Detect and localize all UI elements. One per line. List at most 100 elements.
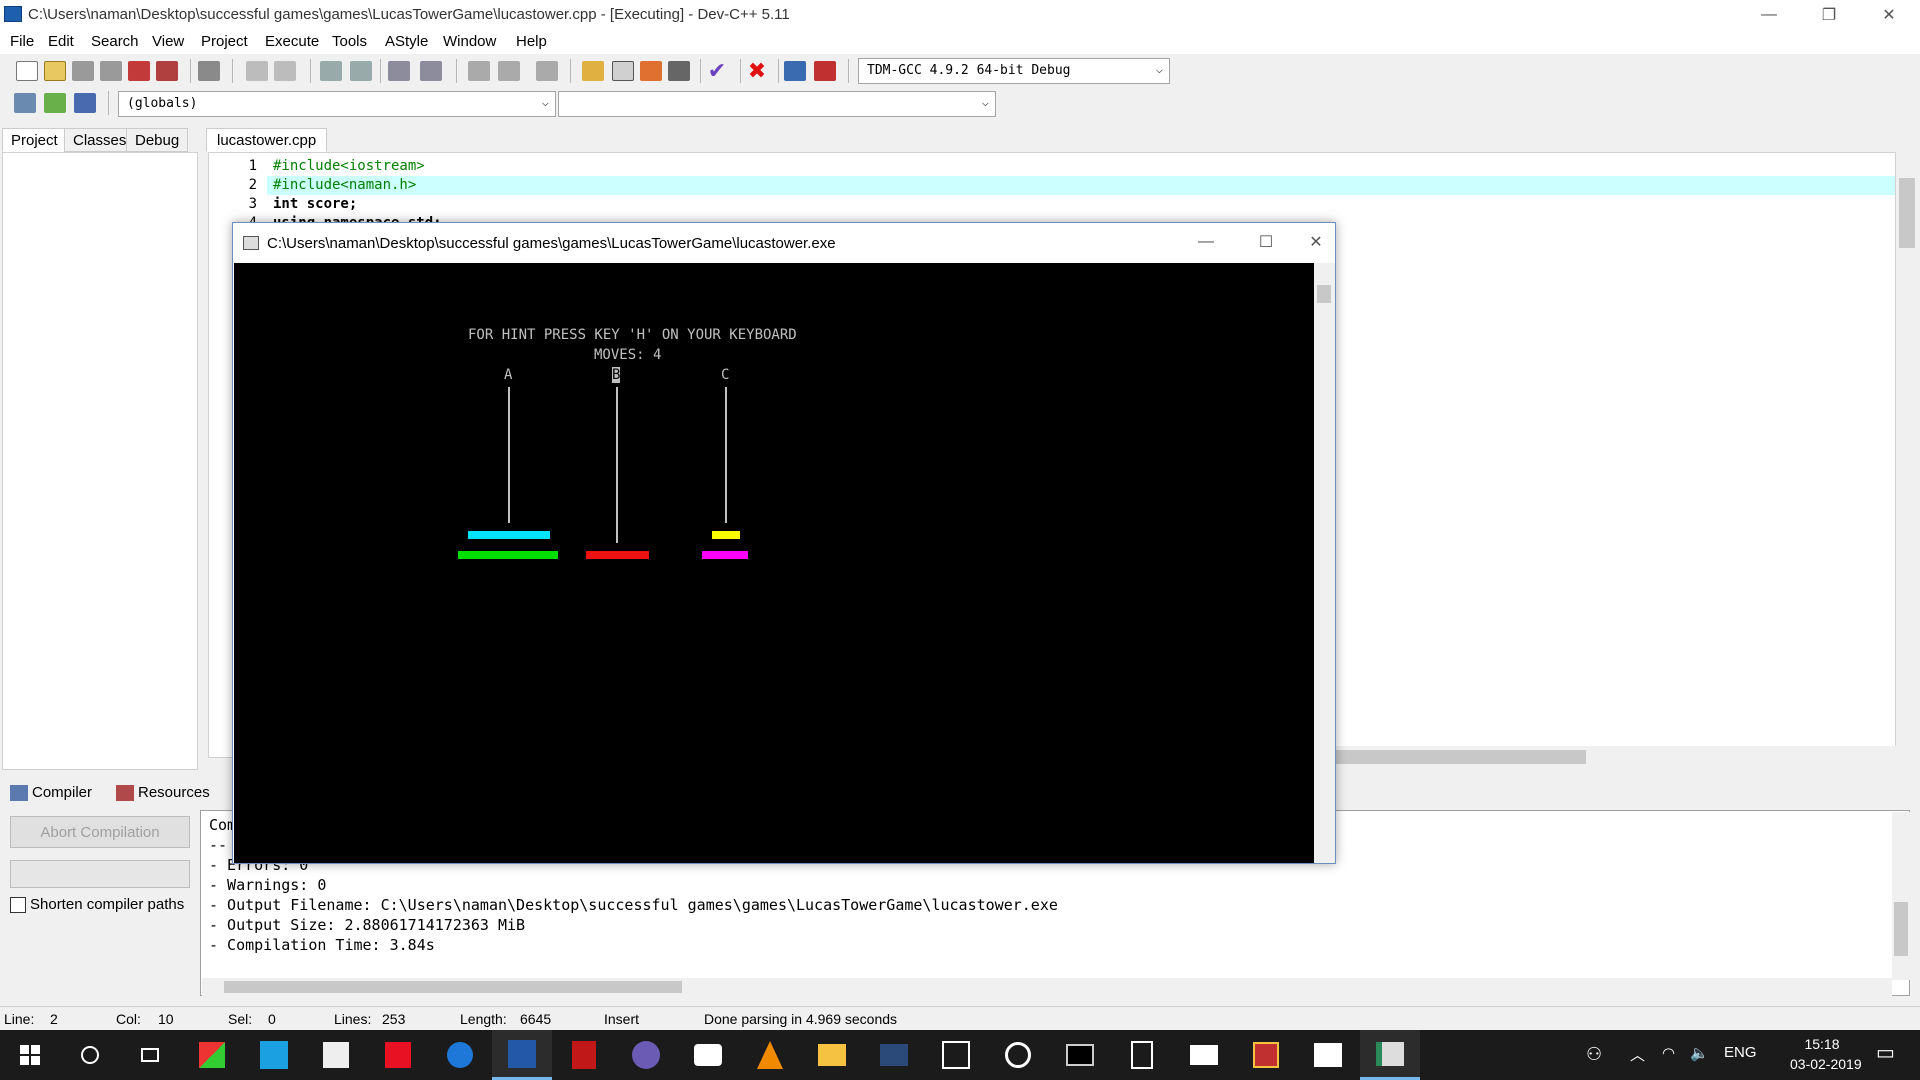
taskbar-app-projects[interactable] [1236,1030,1296,1080]
scroll-thumb[interactable] [1330,750,1586,764]
output-horizontal-scrollbar[interactable] [202,978,1892,996]
menu-view[interactable]: View [152,33,184,50]
clock[interactable]: 15:18 03-02-2019 [1790,1036,1862,1072]
scroll-thumb[interactable] [1894,902,1908,956]
output-line: - Output Size: 2.88061714172363 MiB [209,916,526,934]
run-icon[interactable] [612,61,634,81]
syntax-check-icon[interactable]: ✔ [706,60,728,82]
taskbar-app-edge[interactable] [430,1030,490,1080]
taskbar-app-calculator[interactable] [1112,1030,1172,1080]
close-all-icon[interactable] [156,61,178,81]
devcpp-app-icon[interactable] [4,6,22,22]
compiler-select[interactable]: TDM-GCC 4.9.2 64-bit Debug ⌵ [858,58,1170,84]
taskbar-app-explorer[interactable] [802,1030,862,1080]
unindent-icon[interactable] [420,61,442,81]
task-view-button[interactable] [120,1030,180,1080]
restore-button[interactable]: ❐ [1806,0,1852,30]
menu-astyle[interactable]: AStyle [385,33,428,50]
output-vertical-scrollbar[interactable] [1892,812,1910,980]
scroll-thumb[interactable] [1899,178,1915,248]
shorten-paths-checkbox[interactable] [10,897,26,913]
taskbar-app-cmd[interactable] [1050,1030,1110,1080]
scroll-thumb[interactable] [1317,285,1331,303]
search-button[interactable] [60,1030,120,1080]
tab-compiler[interactable]: Compiler [4,780,96,806]
close-file-icon[interactable] [128,61,150,81]
taskbar-app-groove[interactable] [988,1030,1048,1080]
replace-icon[interactable] [350,61,372,81]
console-output[interactable]: FOR HINT PRESS KEY 'H' ON YOUR KEYBOARD … [234,263,1314,863]
current-line-highlight [267,176,1895,195]
project-panel[interactable] [2,152,198,770]
people-icon[interactable]: ⚇ [1586,1044,1602,1065]
volume-icon[interactable]: 🔈 [1690,1044,1709,1062]
undo-icon[interactable] [246,61,268,81]
insert-icon[interactable] [14,93,36,113]
menu-execute[interactable]: Execute [265,33,319,50]
scroll-thumb[interactable] [224,981,682,993]
menu-tools[interactable]: Tools [332,33,367,50]
tab-classes[interactable]: Classes [64,128,136,152]
menu-help[interactable]: Help [516,33,547,50]
print-icon[interactable] [198,61,220,81]
start-button[interactable] [0,1030,60,1080]
stop-execution-icon[interactable]: ✖ [746,60,768,82]
scope-select[interactable]: (globals) ⌵ [118,91,556,117]
language-indicator[interactable]: ENG [1724,1044,1757,1061]
taskbar-app-vlc[interactable] [740,1030,800,1080]
taskbar-app-m[interactable] [926,1030,986,1080]
console-close-button[interactable]: ✕ [1293,227,1339,257]
menu-file[interactable]: File [10,33,34,50]
taskbar-app-mail[interactable] [1174,1030,1234,1080]
go-forward-icon[interactable] [498,61,520,81]
menu-window[interactable]: Window [443,33,496,50]
taskbar-app-store[interactable] [306,1030,366,1080]
taskbar-app-mysql[interactable] [864,1030,924,1080]
profile-icon[interactable] [784,61,806,81]
editor-horizontal-scrollbar[interactable] [1330,746,1896,768]
go-back-icon[interactable] [468,61,490,81]
toggle-comment-icon[interactable] [536,61,558,81]
toggle-bookmark-icon[interactable] [74,93,96,113]
console-window[interactable]: C:\Users\naman\Desktop\successful games\… [232,222,1336,864]
delete-profile-icon[interactable] [814,61,836,81]
taskbar-app-eclipse[interactable] [616,1030,676,1080]
show-hidden-icons-chevron-icon[interactable]: ︿ [1630,1044,1645,1065]
notifications-icon[interactable]: ▭ [1876,1040,1895,1065]
taskbar-app-devcpp[interactable] [492,1030,552,1080]
taskbar-app-red[interactable] [368,1030,428,1080]
goto-bookmark-icon[interactable] [44,93,66,113]
indent-icon[interactable] [388,61,410,81]
taskbar-app-mcafee[interactable] [554,1030,614,1080]
member-select[interactable]: ⌵ [558,91,996,117]
rebuild-all-icon[interactable] [668,61,690,81]
open-file-icon[interactable] [44,61,66,81]
wifi-icon[interactable]: ◠ [1662,1044,1675,1062]
tab-debug[interactable]: Debug [126,128,189,152]
taskbar-app-photos[interactable] [1298,1030,1358,1080]
editor-vertical-scrollbar[interactable] [1896,152,1918,744]
save-icon[interactable] [72,61,94,81]
minimize-button[interactable]: — [1746,0,1792,30]
menu-edit[interactable]: Edit [48,33,74,50]
compile-icon[interactable] [582,61,604,81]
abort-compilation-button[interactable]: Abort Compilation [10,816,190,848]
tab-resources[interactable]: Resources [110,780,214,806]
tab-lucastower-cpp[interactable]: lucastower.cpp [206,128,328,152]
close-button[interactable]: ✕ [1866,0,1912,30]
menu-search[interactable]: Search [91,33,139,50]
taskbar-app-console[interactable] [1360,1030,1420,1080]
compile-run-icon[interactable] [640,61,662,81]
taskbar-app-winlogo[interactable] [182,1030,242,1080]
console-vertical-scrollbar[interactable] [1314,263,1335,863]
console-minimize-button[interactable]: — [1183,227,1229,257]
menu-project[interactable]: Project [201,33,248,50]
save-all-icon[interactable] [100,61,122,81]
taskbar-app-l[interactable] [244,1030,304,1080]
tab-project[interactable]: Project [2,128,67,152]
redo-icon[interactable] [274,61,296,81]
find-icon[interactable] [320,61,342,81]
console-maximize-button[interactable]: ☐ [1243,227,1289,257]
taskbar-app-camera[interactable] [678,1030,738,1080]
new-file-icon[interactable] [16,61,38,81]
